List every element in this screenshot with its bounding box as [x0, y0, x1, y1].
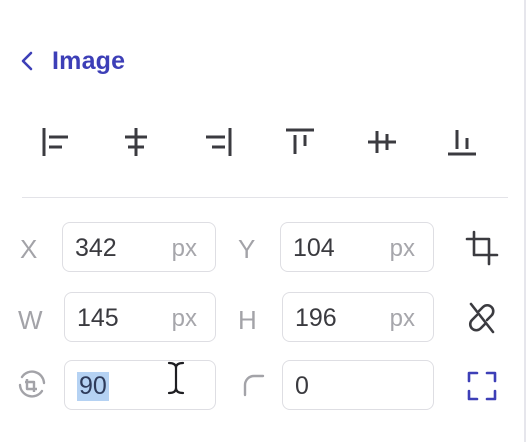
height-input[interactable]: 196 px [282, 292, 434, 342]
w-label: W [18, 305, 43, 335]
alignment-toolbar [0, 120, 528, 168]
fit-frame-icon [465, 369, 499, 403]
text-cursor-icon [166, 360, 186, 401]
x-unit: px [171, 235, 197, 262]
align-horizontal-center-button[interactable] [114, 120, 158, 164]
align-right-icon [200, 124, 236, 160]
rotation-value: 90 [77, 372, 109, 401]
width-unit: px [171, 305, 197, 332]
divider [22, 197, 508, 198]
align-horizontal-center-icon [118, 124, 154, 160]
panel-title: Image [52, 46, 126, 75]
align-bottom-icon [444, 124, 480, 160]
fit-frame-button[interactable] [462, 366, 502, 406]
width-input[interactable]: 145 px [64, 292, 216, 342]
y-unit: px [389, 235, 415, 262]
corner-radius-icon [237, 369, 267, 399]
x-label: X [20, 234, 38, 264]
corner-radius-input[interactable]: 0 [282, 360, 434, 410]
align-bottom-button[interactable] [440, 120, 484, 164]
corner-radius-label [232, 364, 272, 404]
align-left-button[interactable] [34, 120, 78, 164]
crop-icon [465, 229, 499, 267]
unlinked-aspect-ratio-icon [465, 299, 499, 337]
y-value: 104 [293, 234, 335, 262]
corner-radius-value: 0 [295, 372, 309, 400]
x-input[interactable]: 342 px [62, 222, 216, 272]
rotation-input[interactable]: 90 [64, 360, 216, 410]
align-top-button[interactable] [278, 120, 322, 164]
align-vertical-center-icon [364, 124, 400, 160]
x-value: 342 [75, 234, 117, 262]
rotate-icon [15, 367, 49, 401]
height-unit: px [389, 305, 415, 332]
width-value: 145 [77, 304, 119, 332]
image-properties-panel: Image X 342 px Y 104 px W 145 px H 196 p… [0, 0, 526, 442]
h-label: H [238, 305, 257, 335]
back-button[interactable]: Image [20, 44, 125, 78]
align-right-button[interactable] [196, 120, 240, 164]
align-top-icon [282, 124, 318, 160]
rotation-label [12, 364, 52, 404]
y-label: Y [238, 234, 256, 264]
height-value: 196 [295, 304, 337, 332]
y-input[interactable]: 104 px [280, 222, 434, 272]
chevron-left-icon [20, 51, 34, 71]
aspect-ratio-lock-button[interactable] [462, 298, 502, 338]
align-left-icon [38, 124, 74, 160]
align-vertical-center-button[interactable] [360, 120, 404, 164]
crop-button[interactable] [462, 228, 502, 268]
